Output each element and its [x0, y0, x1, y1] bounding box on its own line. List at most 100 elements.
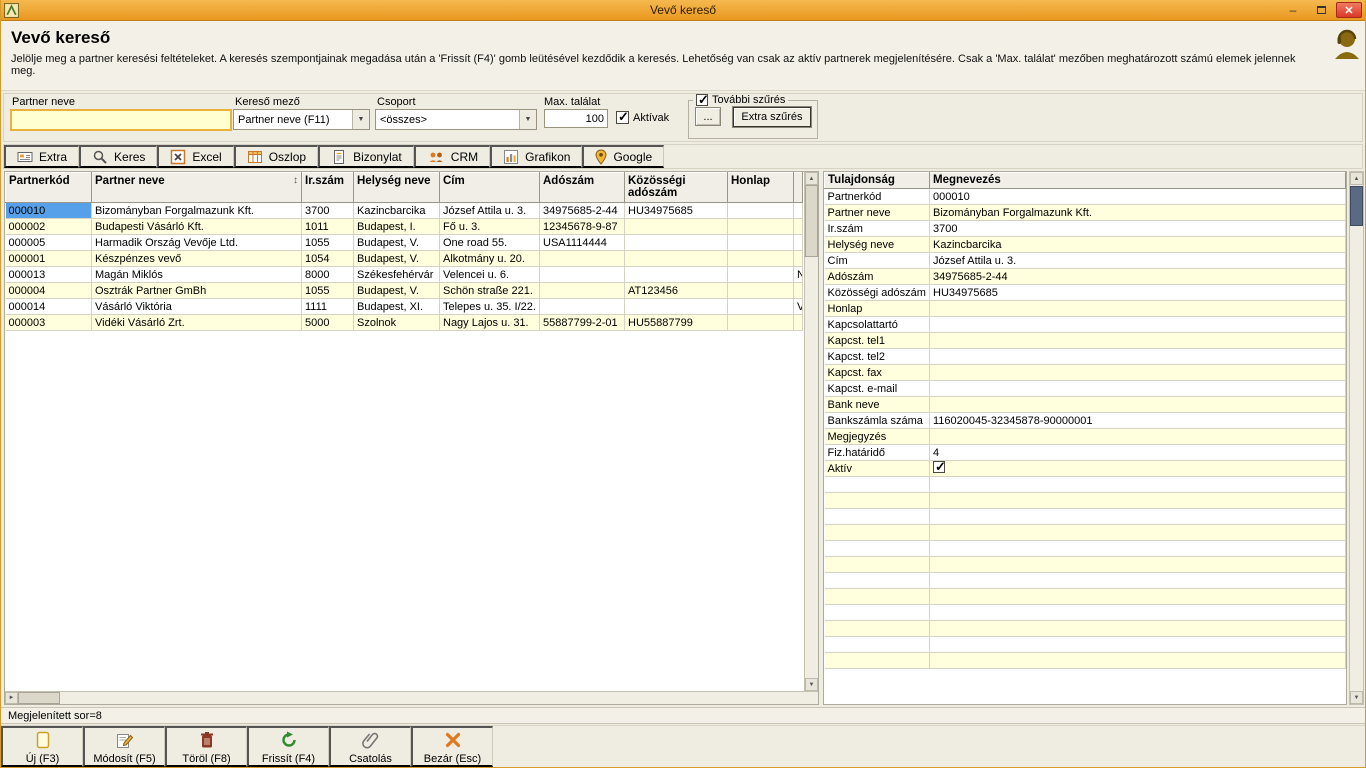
detail-row[interactable]: Kapcst. tel2: [825, 349, 1346, 365]
minimize-button[interactable]: –: [1280, 2, 1306, 18]
column-header[interactable]: Helység neve: [354, 173, 440, 203]
scroll-down-icon[interactable]: ▼: [805, 678, 818, 691]
cell[interactable]: 3700: [930, 221, 1346, 237]
cell[interactable]: [540, 299, 625, 315]
detail-row[interactable]: Partnerkód000010: [825, 189, 1346, 205]
cell[interactable]: Cím: [825, 253, 930, 269]
scroll-right-icon[interactable]: ►: [5, 692, 18, 704]
table-row[interactable]: 000014Vásárló Viktória1111Budapest, XI.T…: [6, 299, 803, 315]
cell[interactable]: HU34975685: [930, 285, 1346, 301]
table-row[interactable]: 000001Készpénzes vevő1054Budapest, V.Alk…: [6, 251, 803, 267]
active-checkbox[interactable]: [933, 461, 945, 473]
cell[interactable]: [930, 333, 1346, 349]
cell[interactable]: [794, 219, 803, 235]
more-filter-button[interactable]: ...: [695, 107, 721, 126]
column-header[interactable]: Tulajdonság: [825, 173, 930, 189]
results-vertical-scrollbar[interactable]: ▲ ▼: [804, 172, 818, 691]
cell[interactable]: 3700: [302, 203, 354, 219]
cell[interactable]: [625, 267, 728, 283]
cell[interactable]: Fő u. 3.: [440, 219, 540, 235]
refresh-button[interactable]: Frissít (F4): [247, 726, 329, 767]
cell[interactable]: Kazincbarcika: [354, 203, 440, 219]
cell[interactable]: 8000: [302, 267, 354, 283]
chart-button[interactable]: Grafikon: [490, 145, 582, 168]
cell[interactable]: 5000: [302, 315, 354, 331]
cell[interactable]: [540, 267, 625, 283]
detail-row[interactable]: Aktív: [825, 461, 1346, 477]
cell[interactable]: József Attila u. 3.: [930, 253, 1346, 269]
cell[interactable]: [728, 315, 794, 331]
detail-row[interactable]: Bankszámla száma116020045-32345878-90000…: [825, 413, 1346, 429]
column-header[interactable]: [794, 173, 803, 203]
scroll-up-icon[interactable]: ▲: [805, 172, 818, 185]
cell[interactable]: Telepes u. 35. I/22.: [440, 299, 540, 315]
details-vertical-scrollbar[interactable]: ▲ ▼: [1349, 171, 1364, 705]
maximize-button[interactable]: [1308, 2, 1334, 18]
column-header[interactable]: Közösségi adószám: [625, 173, 728, 203]
detail-row[interactable]: Kapcst. e-mail: [825, 381, 1346, 397]
detail-row[interactable]: Kapcst. fax: [825, 365, 1346, 381]
cell[interactable]: V: [794, 299, 803, 315]
partner-name-input[interactable]: [10, 109, 232, 131]
cell[interactable]: Harmadik Ország Vevője Ltd.: [92, 235, 302, 251]
detail-row[interactable]: Adószám34975685-2-44: [825, 269, 1346, 285]
cell[interactable]: Helység neve: [825, 237, 930, 253]
google-button[interactable]: Google: [582, 145, 664, 168]
cell[interactable]: Budapesti Vásárló Kft.: [92, 219, 302, 235]
max-results-input[interactable]: [544, 109, 608, 128]
close-button[interactable]: ✕: [1336, 2, 1362, 18]
detail-row[interactable]: CímJózsef Attila u. 3.: [825, 253, 1346, 269]
excel-button[interactable]: Excel: [157, 145, 233, 168]
chevron-down-icon[interactable]: ▼: [519, 110, 536, 129]
detail-row[interactable]: Kapcst. tel1: [825, 333, 1346, 349]
cell[interactable]: Budapest, XI.: [354, 299, 440, 315]
group-select[interactable]: <összes> ▼: [375, 109, 537, 130]
detail-row[interactable]: Honlap: [825, 301, 1346, 317]
cell[interactable]: HU55887799: [625, 315, 728, 331]
scrollbar-thumb[interactable]: [805, 185, 818, 257]
crm-button[interactable]: CRM: [414, 145, 490, 168]
cell[interactable]: [625, 251, 728, 267]
detail-row[interactable]: Helység neveKazincbarcika: [825, 237, 1346, 253]
scroll-up-icon[interactable]: ▲: [1350, 172, 1363, 185]
cell[interactable]: Osztrák Partner GmBh: [92, 283, 302, 299]
table-row[interactable]: 000013Magán Miklós8000SzékesfehérvárVele…: [6, 267, 803, 283]
cell[interactable]: [540, 283, 625, 299]
column-header[interactable]: Cím: [440, 173, 540, 203]
cell[interactable]: 000002: [6, 219, 92, 235]
cell[interactable]: Velencei u. 6.: [440, 267, 540, 283]
cell[interactable]: 1111: [302, 299, 354, 315]
column-header[interactable]: Honlap: [728, 173, 794, 203]
cell[interactable]: Fiz.határidő: [825, 445, 930, 461]
cell[interactable]: 34975685-2-44: [930, 269, 1346, 285]
cell[interactable]: Székesfehérvár: [354, 267, 440, 283]
cell[interactable]: Kapcst. fax: [825, 365, 930, 381]
cell[interactable]: Budapest, V.: [354, 235, 440, 251]
table-row[interactable]: 000005Harmadik Ország Vevője Ltd.1055Bud…: [6, 235, 803, 251]
results-horizontal-scrollbar[interactable]: ◄ ►: [5, 691, 818, 704]
cell[interactable]: Magán Miklós: [92, 267, 302, 283]
cell[interactable]: [794, 315, 803, 331]
cell[interactable]: [794, 251, 803, 267]
cell[interactable]: Vásárló Viktória: [92, 299, 302, 315]
cell[interactable]: Kapcsolattartó: [825, 317, 930, 333]
cell[interactable]: [625, 299, 728, 315]
cell[interactable]: 34975685-2-44: [540, 203, 625, 219]
extra-filter-button[interactable]: Extra szűrés: [733, 107, 811, 127]
cell[interactable]: 000010: [930, 189, 1346, 205]
cell[interactable]: [728, 235, 794, 251]
cell[interactable]: Budapest, I.: [354, 219, 440, 235]
cell[interactable]: N: [794, 267, 803, 283]
cell[interactable]: 000013: [6, 267, 92, 283]
cell[interactable]: 000014: [6, 299, 92, 315]
cell[interactable]: 1055: [302, 235, 354, 251]
edit-button[interactable]: Módosít (F5): [83, 726, 165, 767]
cell[interactable]: [625, 235, 728, 251]
active-only-checkbox[interactable]: [616, 111, 629, 124]
cell[interactable]: [930, 301, 1346, 317]
cell[interactable]: 000005: [6, 235, 92, 251]
columns-button[interactable]: Oszlop: [234, 145, 318, 168]
cell[interactable]: [930, 381, 1346, 397]
search-button[interactable]: Keres: [79, 145, 157, 168]
scroll-down-icon[interactable]: ▼: [1350, 691, 1363, 704]
